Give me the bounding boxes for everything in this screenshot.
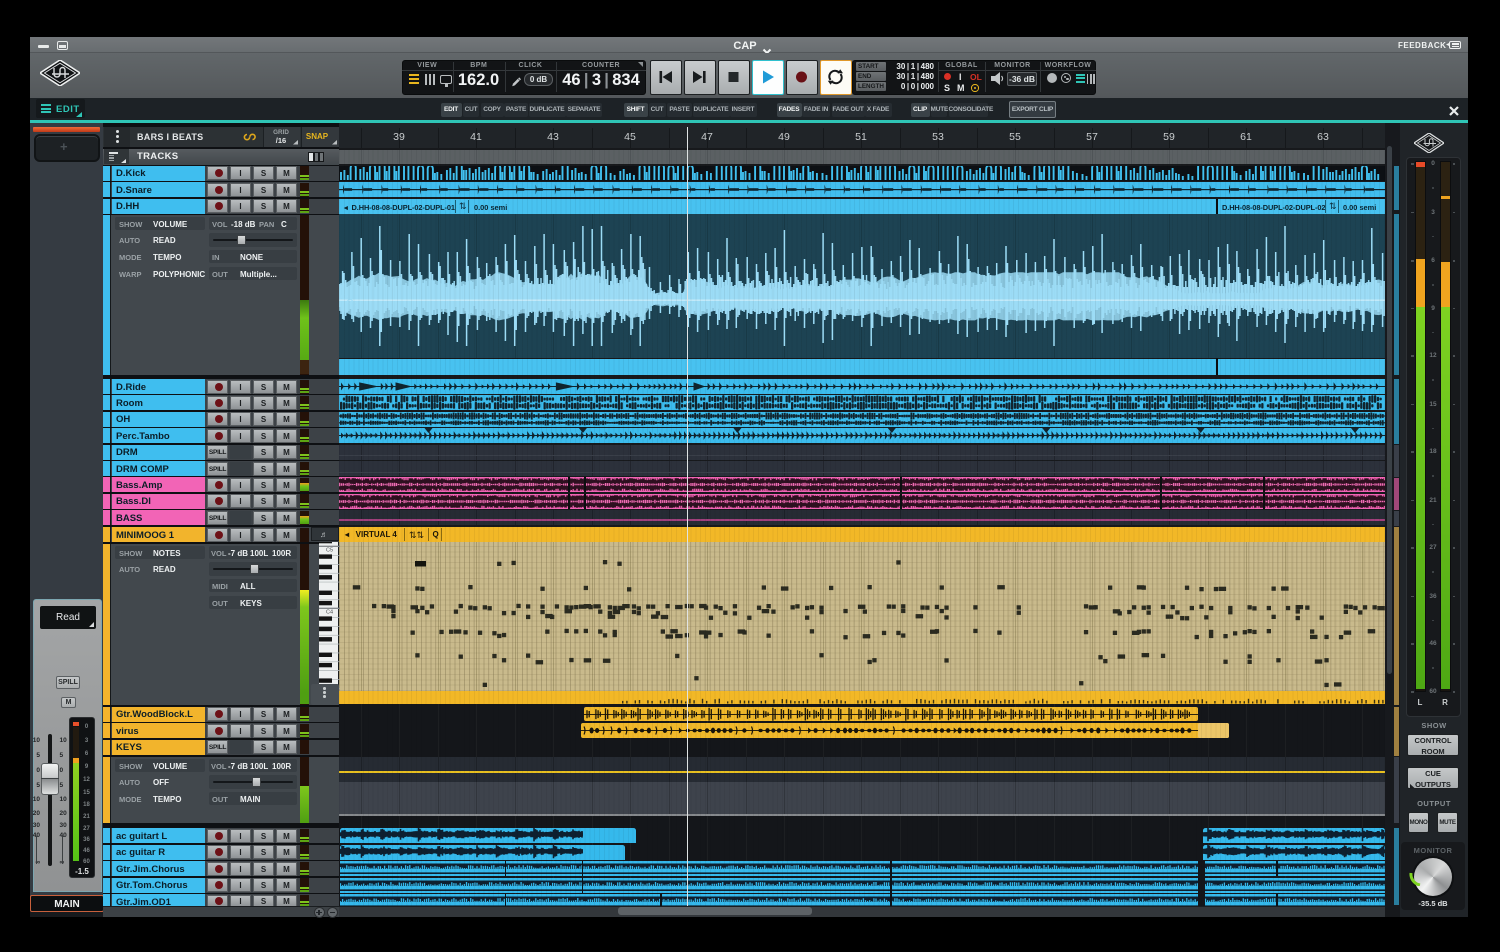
svg-text:C4: C4: [326, 609, 333, 615]
svg-text:C5: C5: [326, 547, 333, 553]
